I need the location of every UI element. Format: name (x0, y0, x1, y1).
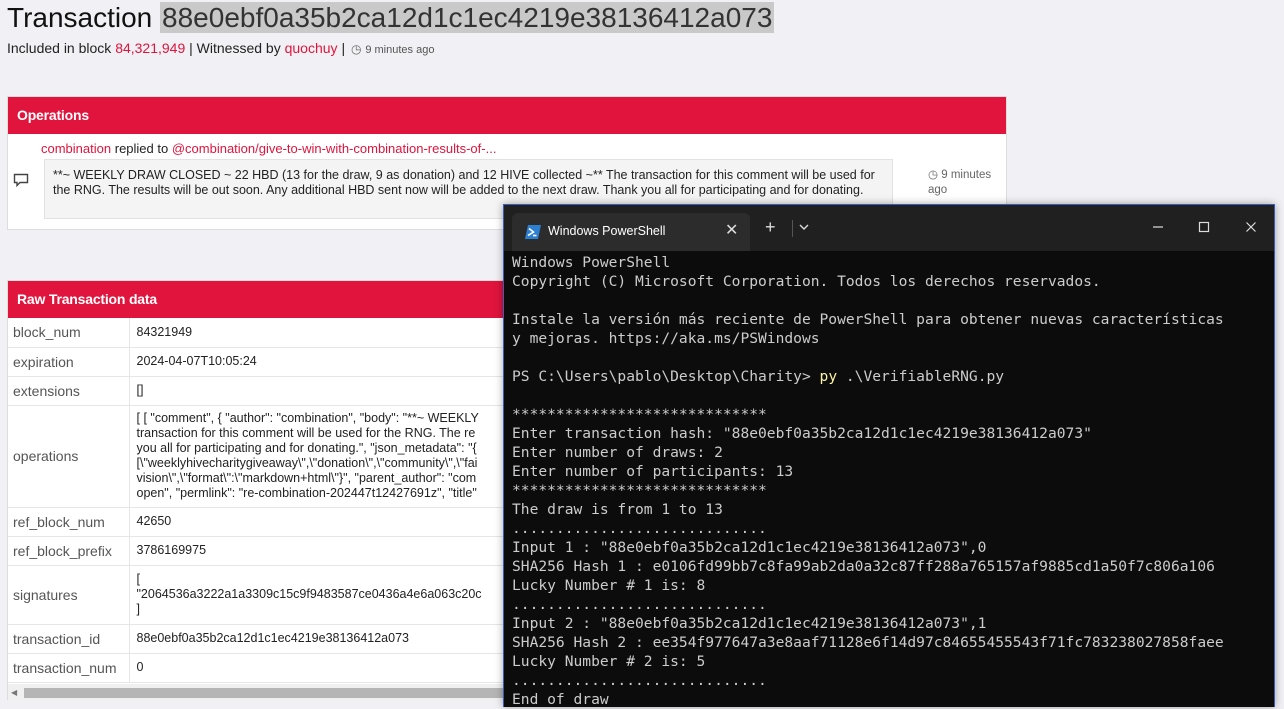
transaction-meta: Included in block 84,321,949 | Witnessed… (7, 40, 434, 56)
console-line: ............................. (512, 672, 767, 689)
console-line: Copyright (C) Microsoft Corporation. Tod… (512, 273, 1101, 290)
comment-icon (13, 173, 29, 187)
raw-key: operations (8, 405, 130, 508)
tab-close-icon[interactable]: ✕ (725, 222, 738, 240)
page-title-prefix: Transaction (7, 2, 153, 33)
raw-key: ref_block_num (8, 507, 130, 537)
console-line: ............................. (512, 596, 767, 613)
console-command-arg: .\VerifiableRNG.py (837, 368, 1005, 385)
maximize-icon[interactable] (1192, 215, 1216, 239)
transaction-time-ago: 9 minutes ago (365, 44, 435, 56)
console-line: Input 2 : "88e0ebf0a35b2ca12d1c1ec4219e3… (512, 615, 987, 632)
console-line: ***************************** (512, 406, 767, 423)
scrollbar-thumb[interactable] (24, 688, 514, 698)
operation-summary: combination replied to @combination/give… (41, 141, 496, 156)
console-line: ............................. (512, 520, 767, 537)
operation-author-link[interactable]: combination (41, 141, 111, 156)
clock-icon: ◷ (350, 42, 362, 56)
console-line: PS C:\Users\pablo\Desktop\Charity> py .\… (512, 368, 1005, 385)
raw-key: signatures (8, 565, 130, 625)
witness-link[interactable]: quochuy (285, 40, 338, 56)
raw-key: transaction_num (8, 653, 130, 683)
raw-key: transaction_id (8, 624, 130, 654)
meta-separator: | (341, 40, 346, 56)
window-close-icon[interactable] (1239, 215, 1263, 239)
transaction-hash-selected[interactable]: 88e0ebf0a35b2ca12d1c1ec4219e38136412a073 (160, 2, 775, 33)
powershell-window[interactable]: Windows PowerShell ✕ + Windows PowerShel… (503, 204, 1275, 709)
console-line: The draw is from 1 to 13 (512, 501, 723, 518)
powershell-titlebar[interactable]: Windows PowerShell ✕ + (504, 205, 1274, 251)
console-line: SHA256 Hash 2 : ee354f977647a3e8aaf71128… (512, 634, 1224, 651)
console-line: Enter transaction hash: "88e0ebf0a35b2ca… (512, 425, 1092, 442)
operations-panel-title: Operations (8, 97, 1006, 134)
console-command: py (819, 368, 838, 385)
clock-icon: ◷ (928, 169, 939, 181)
console-line: Lucky Number # 1 is: 8 (512, 577, 706, 594)
raw-key: block_num (8, 318, 130, 348)
operation-time-ago-text: 9 minutes ago (928, 169, 992, 196)
powershell-tab-title: Windows PowerShell (548, 224, 666, 238)
page-title: Transaction 88e0ebf0a35b2ca12d1c1ec4219e… (7, 0, 775, 36)
included-in-block-label: Included in block (7, 40, 112, 56)
chevron-down-icon[interactable] (797, 220, 811, 234)
witnessed-by-label: | Witnessed by (189, 40, 281, 56)
console-line: Enter number of participants: 13 (512, 463, 794, 480)
console-line: Lucky Number # 2 is: 5 (512, 653, 706, 670)
new-tab-plus-icon[interactable]: + (765, 217, 776, 237)
console-line: ***************************** (512, 482, 767, 499)
powershell-tab[interactable]: Windows PowerShell ✕ (512, 213, 750, 251)
raw-key: extensions (8, 376, 130, 406)
console-line: Input 1 : "88e0ebf0a35b2ca12d1c1ec4219e3… (512, 539, 987, 556)
console-line: Enter number of draws: 2 (512, 444, 723, 461)
parent-post-link[interactable]: @combination/give-to-win-with-combinatio… (172, 141, 497, 156)
console-line: Windows PowerShell (512, 254, 671, 271)
minimize-icon[interactable] (1146, 215, 1170, 239)
console-line: y mejoras. https://aka.ms/PSWindows (512, 330, 820, 347)
raw-key: ref_block_prefix (8, 536, 130, 566)
titlebar-divider (792, 220, 793, 237)
console-line: End of draw (512, 691, 609, 708)
block-number-link[interactable]: 84,321,949 (115, 40, 185, 56)
scroll-left-arrow-icon[interactable]: ◀ (11, 688, 17, 697)
raw-key: expiration (8, 347, 130, 377)
operation-time-ago: ◷ 9 minutes ago (928, 168, 1006, 198)
console-line: Instale la versión más reciente de Power… (512, 311, 1224, 328)
console-line: SHA256 Hash 1 : e0106fd99bb7c8fa99ab2da0… (512, 558, 1215, 575)
powershell-console-output[interactable]: Windows PowerShell Copyright (C) Microsof… (512, 253, 1270, 709)
powershell-icon (525, 225, 541, 239)
replied-to-label: replied to (114, 141, 169, 156)
